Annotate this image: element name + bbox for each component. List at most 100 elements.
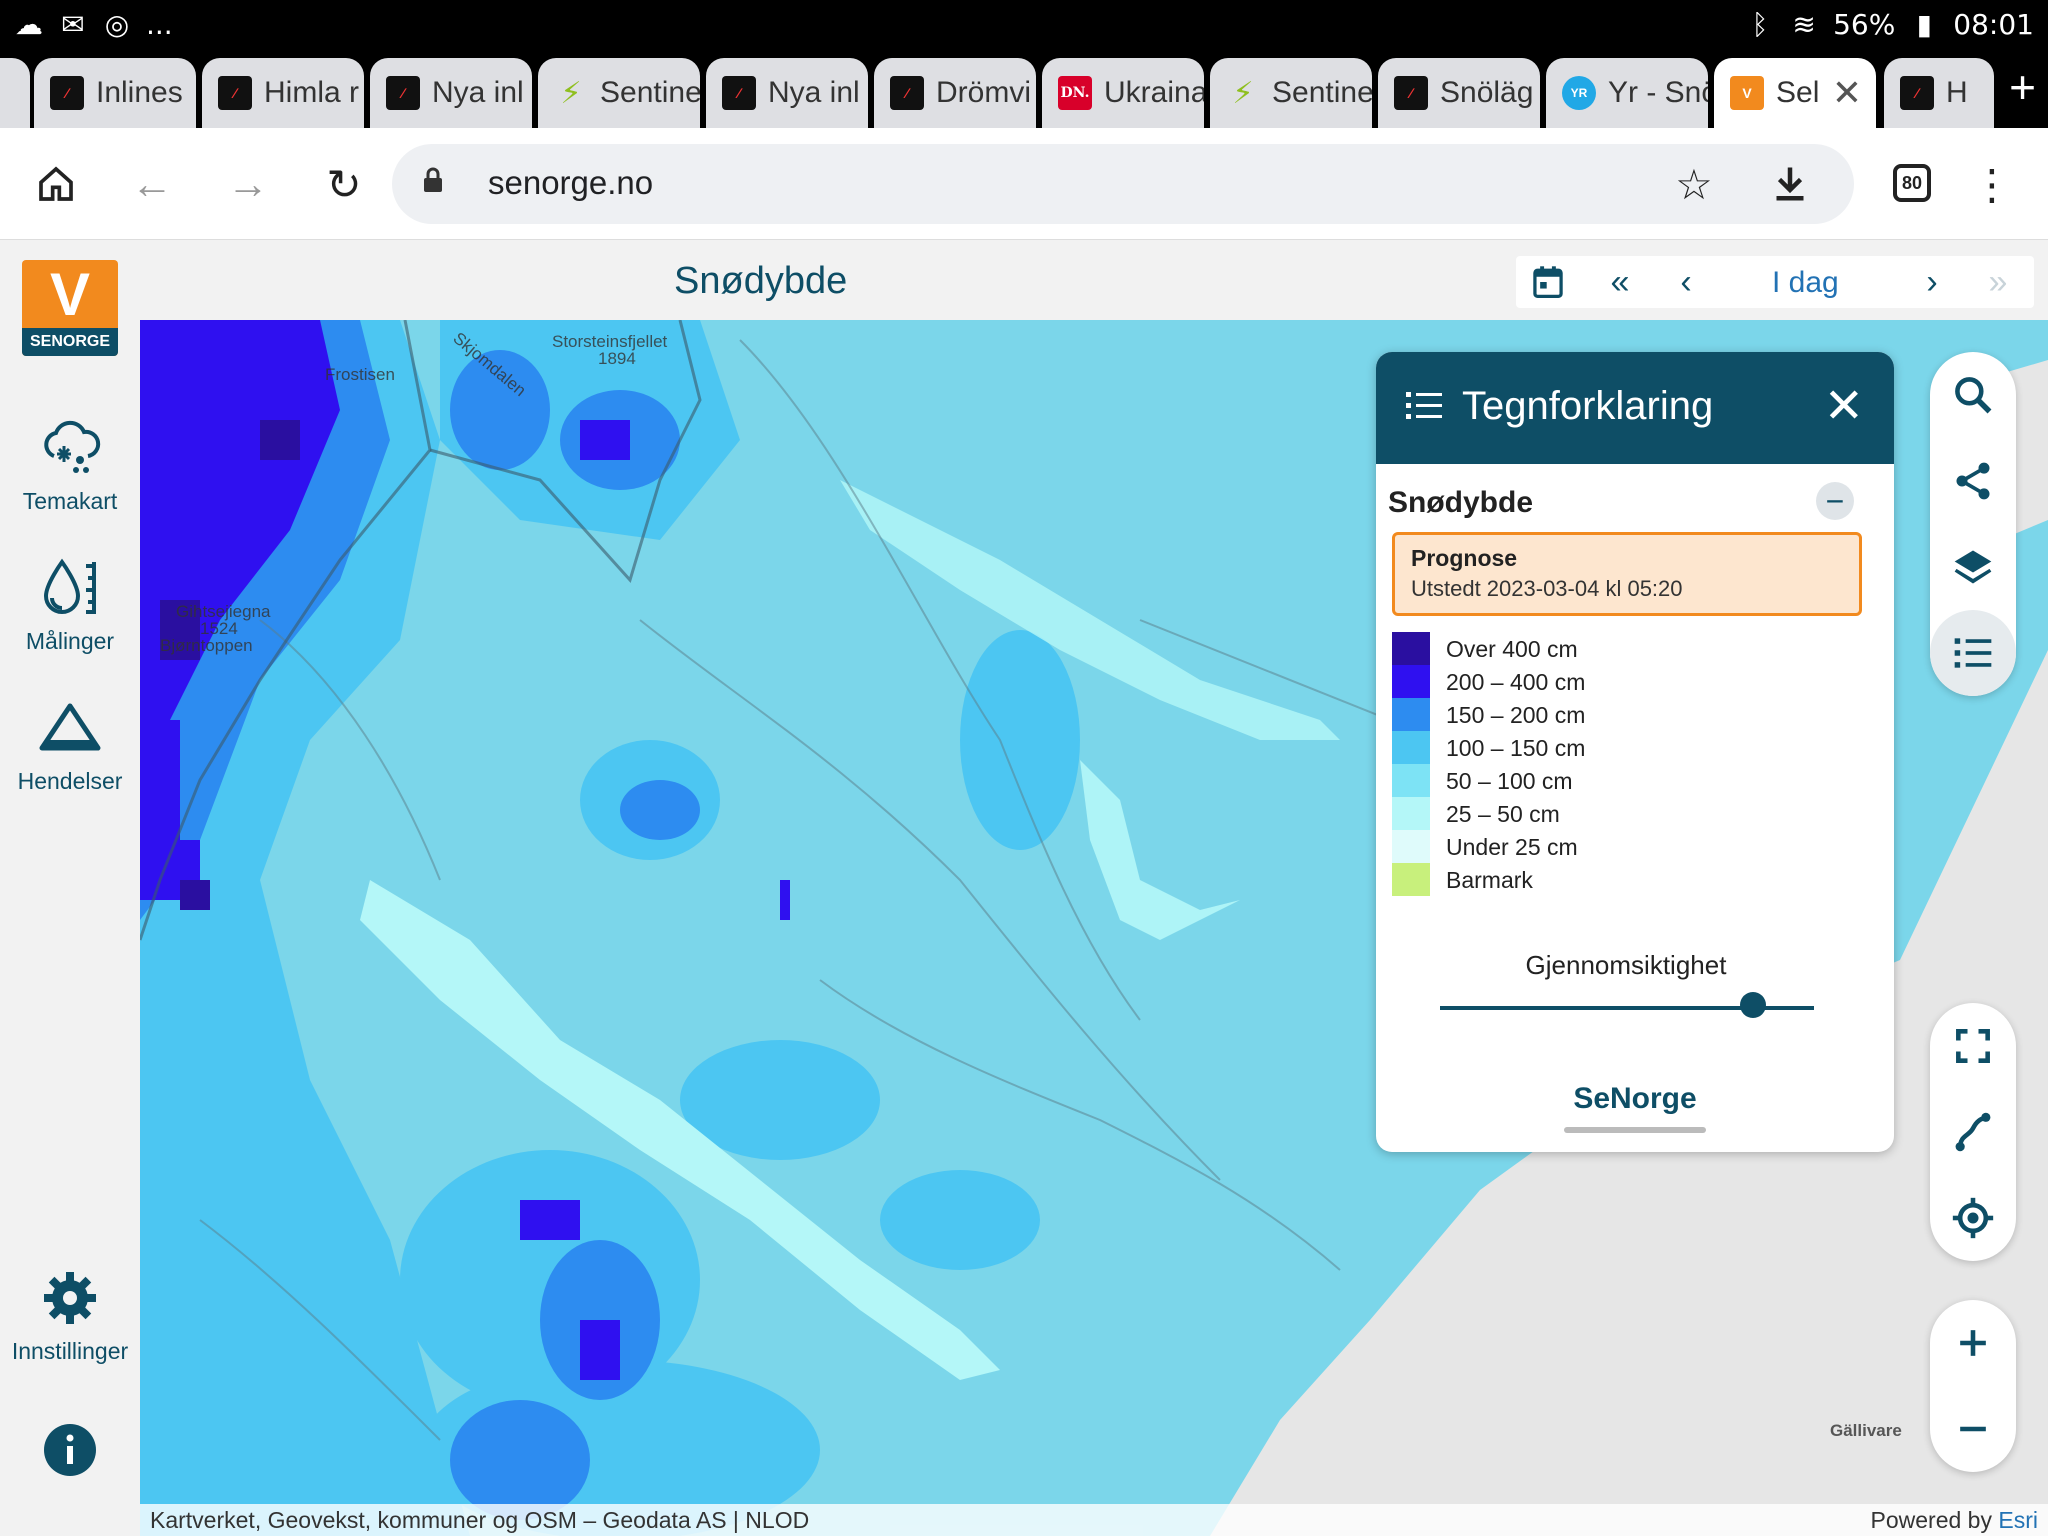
yr-favicon-icon: YR [1562,76,1596,110]
tab-label: Himla r [264,76,359,109]
senorge-logo[interactable]: V SENORGE [22,260,118,356]
search-button[interactable] [1930,352,2016,438]
legend-class-label: 100 – 150 cm [1446,735,1586,761]
legend-class-row: Under 25 cm [1392,830,1862,863]
legend-color-swatch [1392,764,1430,797]
close-icon[interactable]: ✕ [1824,378,1864,434]
status-bar: ☁ ✉ ◎ ... ᛒ ≋ 56% ▮ 08:01 [0,0,2048,50]
double-chevron-left-icon[interactable]: « [1600,262,1640,302]
tab[interactable]: ∕ Snöläg [1378,58,1540,128]
utsidan-favicon-icon: ∕ [890,76,924,110]
wifi-icon: ≋ [1792,8,1816,41]
back-arrow-icon[interactable]: ← [124,156,180,212]
tab[interactable]: ∕ Himla r [202,58,364,128]
tab[interactable]: ⚡ Sentine [538,58,700,128]
legend-title: Tegnforklaring [1462,384,1714,428]
opacity-label: Gjennomsiktighet [1525,950,1727,980]
tab[interactable]: a [0,58,30,128]
menu-kebab-icon[interactable]: ⋮ [1964,156,2020,212]
tab[interactable]: DN. Ukraina [1042,58,1204,128]
esri-link[interactable]: Esri [1998,1507,2038,1533]
legend-color-swatch [1392,731,1430,764]
tab[interactable]: YR Yr - Snö [1546,58,1708,128]
tab-label: Snöläg [1440,76,1534,109]
legend-class-row: 100 – 150 cm [1392,731,1862,764]
home-icon[interactable] [28,156,84,212]
legend-class-label: Over 400 cm [1446,636,1578,662]
legend-color-swatch [1392,665,1430,698]
map-place-label: Frostisen [325,365,395,384]
layers-button[interactable] [1930,524,2016,610]
chevron-left-icon[interactable]: ‹ [1666,262,1706,302]
calendar-icon[interactable] [1528,262,1568,302]
legend-class-row: 150 – 200 cm [1392,698,1862,731]
crosshair-location-icon [1952,1197,1994,1239]
battery-percent: 56% [1833,8,1896,41]
senorge-link[interactable]: SeNorge [1376,1082,1894,1116]
nav-hendelser[interactable]: Hendelser [0,696,140,795]
zoom-controls [1930,1300,2016,1472]
download-icon[interactable] [1762,156,1818,212]
side-navigation: V SENORGE Temakart Målinger Hendelser In… [0,240,140,1536]
collapse-minus-icon[interactable]: − [1816,482,1854,520]
map-place-label: Gällivare [1830,1421,1902,1440]
tab[interactable]: ⚡ Sentine [1210,58,1372,128]
tab-label: Sel [1776,76,1820,109]
legend-color-swatch [1392,830,1430,863]
double-chevron-right-icon: » [1988,262,2008,301]
instagram-icon: ◎ [104,8,130,41]
lock-icon [424,167,442,192]
map-attribution: Kartverket, Geovekst, kommuner og OSM – … [140,1504,2048,1536]
locate-button[interactable] [1930,1175,2016,1261]
chevron-right-icon[interactable]: › [1912,262,1952,302]
map-tools-top [1930,352,2016,696]
tab-label: Nya inl [432,76,524,109]
legend-color-swatch [1392,698,1430,731]
zoom-out-button[interactable] [1930,1386,2016,1472]
reload-icon[interactable]: ↻ [316,156,372,212]
utsidan-favicon-icon: ∕ [218,76,252,110]
nav-label: Innstillinger [11,1338,129,1364]
tab-active[interactable]: V Sel ✕ [1714,58,1876,128]
bluetooth-icon: ᛒ [1751,8,1769,41]
tab[interactable]: ∕ Inlines [34,58,196,128]
legend-class-row: 25 – 50 cm [1392,797,1862,830]
sentinel-favicon-icon: ⚡ [560,76,582,110]
snow-cloud-icon [44,420,101,473]
legend-class-label: 25 – 50 cm [1446,801,1560,827]
fullscreen-button[interactable] [1930,1003,2016,1089]
more-notifications: ... [146,8,173,41]
measure-button[interactable] [1930,1089,2016,1175]
nav-innstillinger[interactable]: Innstillinger [0,1266,140,1365]
tab[interactable]: ∕ H [1884,58,1994,128]
zoom-in-button[interactable] [1930,1300,2016,1386]
legend-color-swatch [1392,863,1430,896]
share-icon [1956,462,1990,500]
logo-text: SENORGE [22,328,118,356]
opacity-slider-handle[interactable] [1740,992,1766,1018]
map-place-label: Bjørntoppen [160,636,253,655]
legend-class-label: Under 25 cm [1446,834,1578,860]
tab[interactable]: ∕ Nya inl [706,58,868,128]
new-tab-icon[interactable]: + [2009,60,2036,114]
tab[interactable]: ∕ Nya inl [370,58,532,128]
nav-label: Hendelser [17,768,123,794]
date-label[interactable]: I dag [1772,266,1839,300]
layers-icon [1954,550,1992,584]
address-bar[interactable]: senorge.no [392,144,1854,224]
legend-button[interactable] [1930,610,2016,696]
map-tools-middle [1930,1003,2016,1261]
forward-arrow-icon[interactable]: → [220,156,276,212]
tab[interactable]: ∕ Drömvi [874,58,1036,128]
measure-path-icon [1955,1112,1991,1152]
nav-info[interactable] [0,1418,140,1482]
logo-letter: V [49,261,91,328]
nav-malinger[interactable]: Målinger [0,556,140,655]
close-tab-icon[interactable]: ✕ [1832,72,1862,114]
share-button[interactable] [1930,438,2016,524]
bookmark-star-icon[interactable]: ☆ [1666,156,1722,212]
utsidan-favicon-icon: ∕ [386,76,420,110]
tab-label: Yr - Snö [1608,76,1708,109]
nav-temakart[interactable]: Temakart [0,416,140,515]
tab-count-button[interactable]: 80 [1893,164,1931,202]
